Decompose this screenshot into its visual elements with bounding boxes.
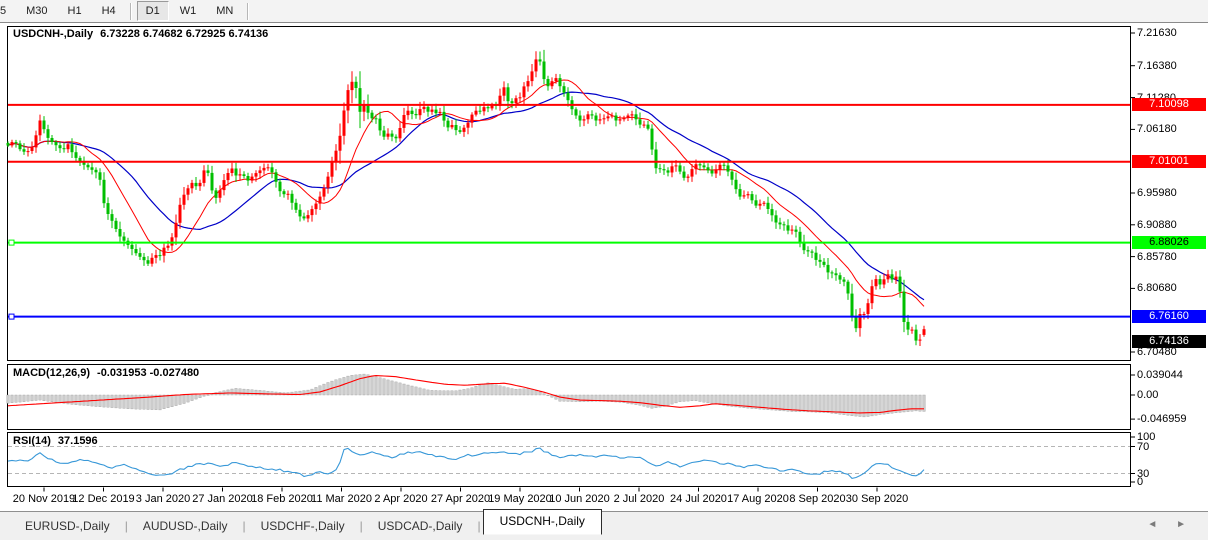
- price-tick-label: 6.80680: [1137, 281, 1177, 295]
- chart-symbol-period: USDCNH-,Daily: [13, 28, 93, 40]
- rsi-pane-border: [8, 433, 1131, 487]
- level-price-label: 6.88026: [1132, 236, 1206, 249]
- timeframe-button-mn[interactable]: MN: [207, 1, 242, 21]
- main-pane-border: [8, 27, 1131, 361]
- price-tick-label: 7.16380: [1137, 59, 1177, 73]
- current-price-label: 6.74136: [1132, 335, 1206, 348]
- candlestick-series: [7, 50, 926, 346]
- chart-area: USDCNH-,Daily 6.73228 6.74682 6.72925 6.7…: [0, 24, 1208, 511]
- ma-slow-line: [8, 92, 924, 300]
- price-tick-label: 6.90880: [1137, 218, 1177, 232]
- chart-tab-bar: EURUSD-,Daily | AUDUSD-,Daily | USDCHF-,…: [0, 511, 1208, 540]
- macd-axis-label: 0.039044: [1137, 368, 1183, 382]
- level-price-label: 7.01001: [1132, 155, 1206, 168]
- timeframe-toolbar: 5 M30 H1 H4 D1 W1 MN: [0, 0, 1208, 23]
- tab-scroll-controls: ◄ ►: [1131, 519, 1186, 530]
- toolbar-separator: [130, 3, 132, 20]
- tab-separator: |: [475, 519, 482, 533]
- timeframe-button-d1[interactable]: D1: [137, 1, 169, 21]
- price-tick-label: 6.95980: [1137, 186, 1177, 200]
- timeframe-button-m30[interactable]: M30: [17, 1, 56, 21]
- rsi-indicator-label: RSI(14) 37.1596: [13, 435, 98, 447]
- level-line-handle[interactable]: [9, 314, 14, 319]
- tab-separator: |: [358, 519, 365, 533]
- macd-name: MACD(12,26,9): [13, 367, 90, 379]
- price-tick-label: 7.06180: [1137, 122, 1177, 136]
- mt4-window: 5 M30 H1 H4 D1 W1 MN USDCNH-,Daily 6.7322…: [0, 0, 1208, 540]
- tab-scroll-left-icon[interactable]: ◄: [1147, 519, 1157, 530]
- price-tick-label: 6.85780: [1137, 250, 1177, 264]
- macd-axis-label: 0.00: [1137, 388, 1158, 402]
- level-price-label: 6.76160: [1132, 310, 1206, 323]
- timeframe-button-h4[interactable]: H4: [93, 1, 125, 21]
- tab-usdcnh-daily[interactable]: USDCNH-,Daily: [483, 509, 602, 535]
- macd-values: -0.031953 -0.027480: [97, 367, 199, 379]
- rsi-value: 37.1596: [58, 435, 98, 447]
- chart-title: USDCNH-,Daily 6.73228 6.74682 6.72925 6.7…: [13, 28, 268, 40]
- level-price-label: 7.10098: [1132, 98, 1206, 111]
- rsi-axis-label: 70: [1137, 440, 1149, 454]
- macd-histogram: [7, 374, 925, 417]
- tab-usdchf-daily[interactable]: USDCHF-,Daily: [248, 516, 358, 536]
- rsi-name: RSI(14): [13, 435, 51, 447]
- tab-usdcad-daily[interactable]: USDCAD-,Daily: [365, 516, 476, 536]
- price-tick-label: 7.21630: [1137, 26, 1177, 40]
- tab-separator: |: [123, 519, 130, 533]
- chart-ohlc-values: 6.73228 6.74682 6.72925 6.74136: [100, 28, 268, 40]
- chart-canvas[interactable]: [0, 24, 1208, 511]
- timeframe-button-h1[interactable]: H1: [59, 1, 91, 21]
- date-label: 30 Sep 2020: [831, 493, 923, 505]
- macd-axis-label: -0.046959: [1137, 412, 1187, 426]
- tab-scroll-right-icon[interactable]: ►: [1176, 519, 1186, 530]
- timeframe-button-m5[interactable]: 5: [0, 1, 15, 21]
- level-line-handle[interactable]: [9, 240, 14, 245]
- toolbar-separator: [247, 3, 249, 20]
- macd-indicator-label: MACD(12,26,9) -0.031953 -0.027480: [13, 367, 199, 379]
- tab-eurusd-daily[interactable]: EURUSD-,Daily: [12, 516, 123, 536]
- tab-audusd-daily[interactable]: AUDUSD-,Daily: [130, 516, 241, 536]
- timeframe-button-w1[interactable]: W1: [171, 1, 206, 21]
- tab-separator: |: [241, 519, 248, 533]
- rsi-axis-label: 0: [1137, 475, 1143, 489]
